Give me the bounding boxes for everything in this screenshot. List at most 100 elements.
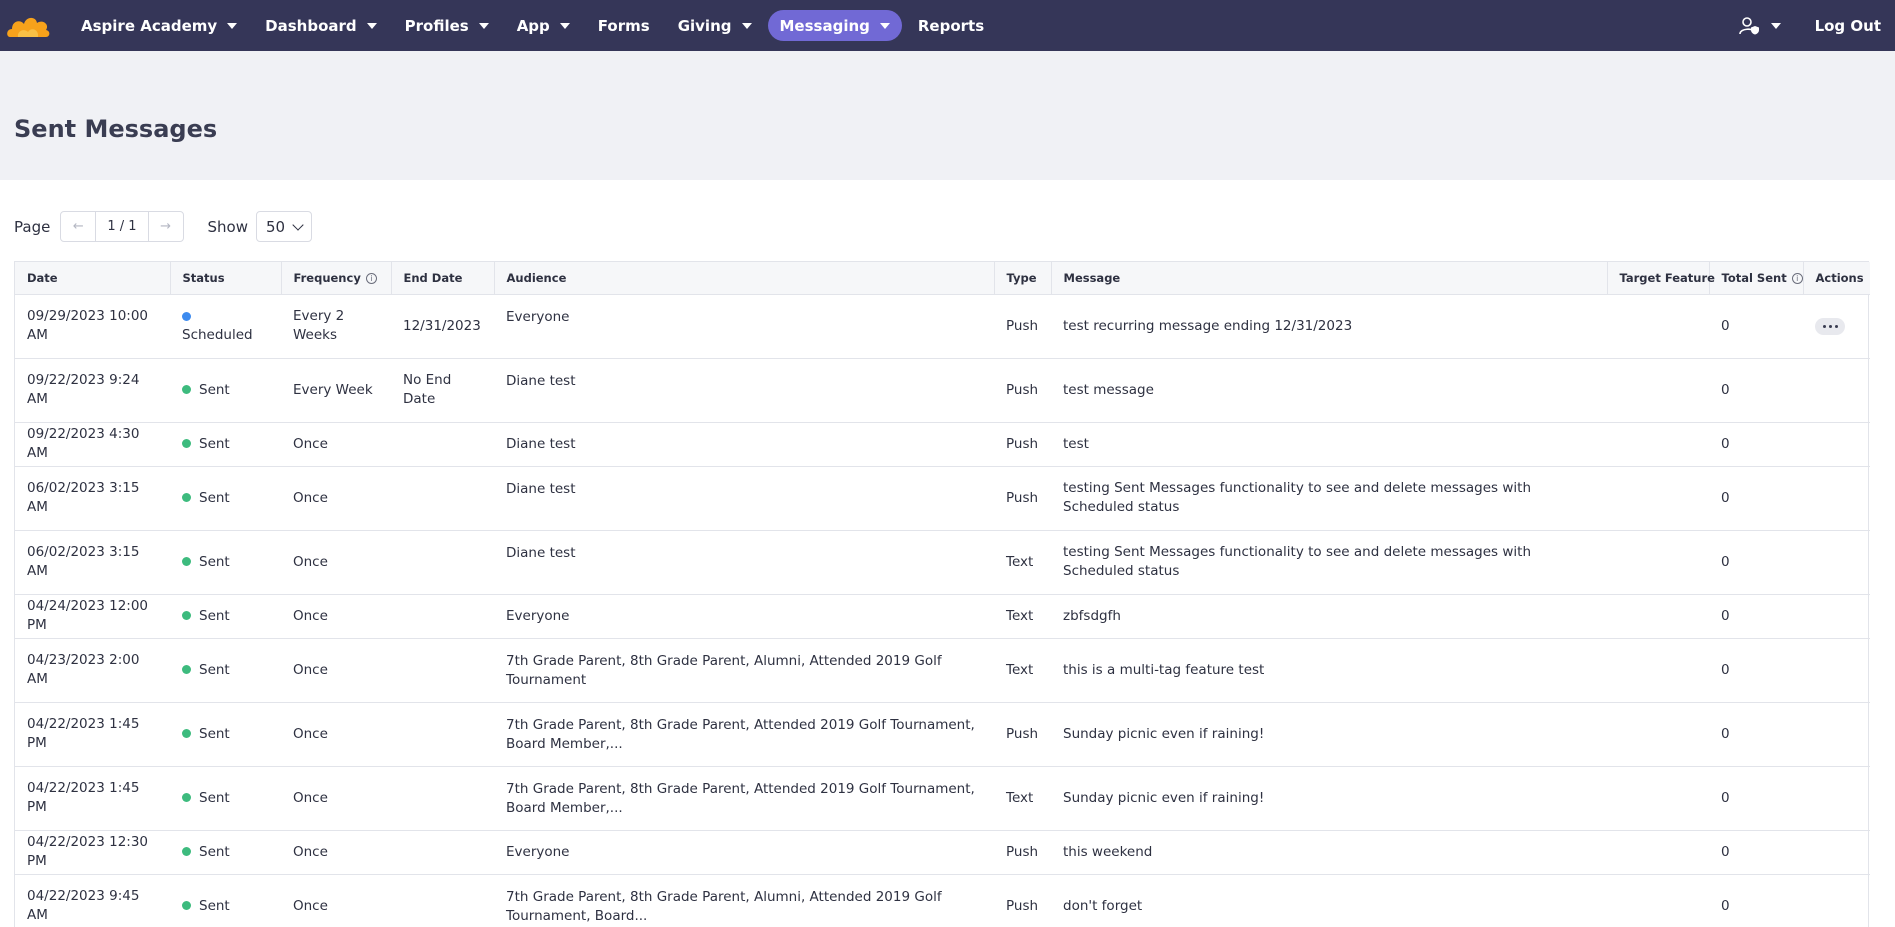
cell-message: this is a multi-tag feature test [1051, 638, 1607, 703]
cell-date: 09/22/2023 9:24 AM [15, 358, 170, 423]
cell-date: 06/02/2023 3:15 AM [15, 530, 170, 595]
page-size-select[interactable]: 50 [256, 211, 313, 242]
cell-message: testing Sent Messages functionality to s… [1051, 466, 1607, 531]
cell-target-feature [1607, 530, 1709, 595]
column-header-total-sent: Total Sent i [1709, 262, 1804, 295]
status-label: Sent [199, 789, 230, 806]
cell-message: Sunday picnic even if raining! [1051, 766, 1607, 831]
cell-target-feature [1607, 422, 1709, 467]
cell-actions [1803, 358, 1870, 423]
ellipsis-dot-icon [1834, 324, 1838, 328]
column-header-frequency: Frequency i [281, 262, 392, 295]
nav-item-giving[interactable]: Giving [666, 10, 764, 41]
cell-date: 04/24/2023 12:00 PM [15, 594, 170, 639]
cell-message: zbfsdgfh [1051, 594, 1607, 639]
cell-frequency: Once [281, 530, 391, 595]
cell-end-date [391, 466, 494, 531]
cell-target-feature [1607, 594, 1709, 639]
cell-total-sent: 0 [1709, 530, 1803, 595]
cell-type: Push [994, 830, 1051, 875]
table-row[interactable]: 04/24/2023 12:00 PM Sent Once Everyone Text z… [15, 594, 1870, 639]
table-row[interactable]: 09/29/2023 10:00 AM Scheduled Every 2 Week… [15, 294, 1870, 359]
column-header-label: Message [1063, 270, 1121, 285]
nav-item-messaging[interactable]: Messaging [767, 10, 902, 41]
info-icon[interactable]: i [365, 272, 377, 284]
cell-message: test recurring message ending 12/31/2023 [1051, 294, 1607, 359]
cell-status: Sent [170, 466, 281, 531]
column-header-target-feature: Target Feature [1607, 262, 1715, 295]
table-row[interactable]: 04/22/2023 12:30 PM Sent Once Everyone Push t… [15, 830, 1870, 875]
caret-down-icon [227, 22, 238, 29]
table-row[interactable]: 06/02/2023 3:15 AM Sent Once Diane test Push… [15, 466, 1870, 531]
cell-audience: Everyone [494, 594, 994, 639]
cell-status: Sent [170, 422, 281, 467]
cell-status: Sent [170, 358, 281, 423]
logout-button[interactable]: Log Out [1815, 17, 1881, 35]
cell-audience: Diane test [494, 358, 994, 423]
top-nav: Aspire Academy Dashboard Profiles App Forms… [0, 0, 1895, 51]
status-dot-icon [182, 901, 191, 910]
nav-item-label: Messaging [779, 16, 870, 35]
status-label: Sent [199, 489, 230, 506]
brand-logo-icon[interactable] [0, 0, 56, 51]
chevron-down-icon [292, 218, 304, 231]
cell-actions [1803, 294, 1870, 359]
cell-end-date: No End Date [391, 358, 494, 423]
user-menu[interactable] [1738, 16, 1781, 35]
table-row[interactable]: 04/23/2023 2:00 AM Sent Once 7th Grade Pare… [15, 638, 1870, 703]
cell-audience: Everyone [494, 830, 994, 875]
cell-target-feature [1607, 830, 1709, 875]
cell-total-sent: 0 [1709, 358, 1803, 423]
cell-status: Sent [170, 530, 281, 595]
status-label: Sent [199, 897, 230, 914]
cell-target-feature [1607, 702, 1709, 767]
cell-target-feature [1607, 466, 1709, 531]
cell-date: 04/23/2023 2:00 AM [15, 638, 170, 703]
status-dot-icon [182, 557, 191, 566]
nav-brand-menu[interactable]: Aspire Academy [69, 10, 249, 41]
page-header: Sent Messages [0, 51, 1895, 180]
nav-item-dashboard[interactable]: Dashboard [253, 10, 388, 41]
caret-down-icon [478, 22, 489, 29]
info-icon[interactable]: i [1791, 272, 1803, 284]
table-row[interactable]: 04/22/2023 1:45 PM Sent Once 7th Grade Pare… [15, 766, 1870, 831]
status-dot-icon [182, 385, 191, 394]
cell-type: Text [994, 594, 1051, 639]
nav-item-profiles[interactable]: Profiles [393, 10, 501, 41]
caret-down-icon [1770, 22, 1781, 29]
table-row[interactable]: 06/02/2023 3:15 AM Sent Once Diane test Text… [15, 530, 1870, 595]
cell-target-feature [1607, 766, 1709, 831]
nav-item-label: App [516, 16, 550, 35]
more-actions-button[interactable] [1815, 317, 1845, 335]
cell-total-sent: 0 [1709, 422, 1803, 467]
cell-target-feature [1607, 638, 1709, 703]
cell-frequency: Every 2 Weeks [281, 294, 391, 359]
table-row[interactable]: 09/22/2023 4:30 AM Sent Once Diane test Push… [15, 422, 1870, 467]
nav-item-app[interactable]: App [505, 10, 582, 41]
table-row[interactable]: 09/22/2023 9:24 AM Sent Every Week No End D… [15, 358, 1870, 423]
table-row[interactable]: 04/22/2023 9:45 AM Sent Once 7th Grade Pare… [15, 874, 1870, 927]
ellipsis-dot-icon [1828, 324, 1832, 328]
nav-item-reports[interactable]: Reports [906, 10, 996, 41]
nav-item-forms[interactable]: Forms [586, 10, 662, 41]
cell-total-sent: 0 [1709, 594, 1803, 639]
cell-frequency: Once [281, 638, 391, 703]
pagination-controls: Page ← 1 / 1 → Show 50 [14, 211, 313, 242]
cell-type: Push [994, 466, 1051, 531]
cell-audience: 7th Grade Parent, 8th Grade Parent, Atte… [494, 766, 994, 831]
table-row[interactable]: 04/22/2023 1:45 PM Sent Once 7th Grade Pare… [15, 702, 1870, 767]
cell-target-feature [1607, 874, 1709, 927]
cell-audience: 7th Grade Parent, 8th Grade Parent, Alum… [494, 874, 994, 927]
cell-end-date [391, 530, 494, 595]
cell-audience: 7th Grade Parent, 8th Grade Parent, Alum… [494, 638, 994, 703]
cell-message: testing Sent Messages functionality to s… [1051, 530, 1607, 595]
nav-brand-label: Aspire Academy [81, 16, 218, 35]
cell-frequency: Every Week [281, 358, 391, 423]
column-header-label: Status [182, 270, 225, 285]
column-header-label: Audience [506, 270, 567, 285]
cell-date: 09/29/2023 10:00 AM [15, 294, 170, 359]
arrow-left-icon: ← [72, 219, 84, 234]
prev-page-button[interactable]: ← [61, 212, 95, 241]
status-label: Sent [199, 607, 230, 624]
next-page-button[interactable]: → [149, 212, 183, 241]
